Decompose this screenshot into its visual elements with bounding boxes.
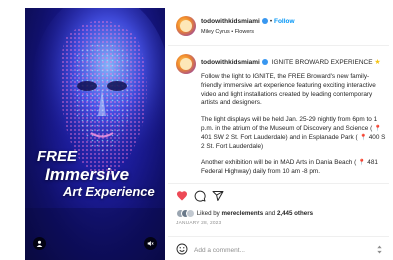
caption-text-line: friendly immersive art experience featur… (201, 81, 376, 89)
caption-username[interactable]: todowithkidsmiami (201, 59, 260, 66)
caption-paragraph: The light displays will be held Jan. 25-… (201, 116, 389, 151)
caption-text-line: 401 SW 2 St. Fort Lauderdale) and in Esp… (201, 133, 358, 141)
light-face-graphic (25, 8, 165, 260)
follow-button[interactable]: Follow (274, 18, 295, 25)
post-comment-button[interactable] (373, 243, 385, 255)
header-top-line: todowithkidsmiami • Follow (201, 18, 295, 25)
mute-toggle-button[interactable] (144, 237, 157, 250)
person-icon (36, 240, 43, 247)
overlay-line-free: FREE (37, 148, 78, 165)
caption-author-avatar[interactable] (176, 54, 196, 74)
post-date: JANUARY 28, 2023 (176, 221, 222, 226)
arrows-icon (376, 245, 382, 253)
star-icon: ★ (374, 59, 381, 66)
comment-bar (168, 236, 389, 260)
caption-paragraph: Another exhibition will be in MAD Arts i… (201, 159, 389, 176)
likes-user[interactable]: mereclements (222, 210, 264, 217)
likes-summary[interactable]: Liked by mereclements and 2,445 others (176, 209, 313, 218)
caption-body: Follow the light to IGNITE, the FREE Bro… (201, 73, 389, 176)
post-actions (168, 183, 389, 203)
pin-icon: 📍 (359, 134, 367, 141)
follow-separator: • (269, 18, 273, 25)
tagged-users-button[interactable] (33, 237, 46, 250)
media-overlay-text: FREE Immersive Art Experience (37, 148, 165, 199)
smiley-icon[interactable] (176, 243, 188, 255)
post-header: todowithkidsmiami • Follow Miley Cyrus • … (168, 8, 389, 46)
overlay-line-art-experience: Art Experience (63, 184, 155, 199)
pin-icon: 📍 (358, 160, 366, 167)
verified-badge-icon (261, 18, 268, 25)
pin-icon: 📍 (373, 125, 382, 132)
caption-text-line: Another exhibition will be in MAD Arts i… (201, 159, 357, 167)
caption-text-line: Federal Highway) daily from 10 am -8 pm. (201, 168, 320, 176)
caption-title: IGNITE BROWARD EXPERIENCE (271, 59, 373, 66)
verified-badge-icon (261, 59, 268, 66)
caption-paragraph: Follow the light to IGNITE, the FREE Bro… (201, 73, 389, 108)
overlay-line-immersive: Immersive (45, 165, 130, 184)
caption-text-line: The light displays will be held Jan. 25-… (201, 116, 378, 124)
comment-icon[interactable] (194, 190, 206, 202)
likes-conjunction: and (264, 210, 276, 217)
comment-input[interactable] (194, 245, 364, 255)
caption-text-line: 481 (367, 159, 378, 167)
speaker-muted-icon (147, 241, 154, 246)
post-media[interactable]: FREE Immersive Art Experience (25, 8, 165, 260)
likes-prefix: Liked by (196, 210, 220, 217)
post-caption: todowithkidsmiami IGNITE BROWARD EXPERIE… (168, 46, 389, 176)
audio-subtitle[interactable]: Miley Cyrus • Flowers (201, 29, 254, 35)
caption-text-line: Follow the light to IGNITE, the FREE Bro… (201, 73, 370, 80)
caption-text-line: video and light installations created by… (201, 90, 373, 98)
caption-heading: todowithkidsmiami IGNITE BROWARD EXPERIE… (201, 58, 381, 66)
caption-text-line: 400 S (368, 133, 386, 141)
caption-text-line: artists and designers. (201, 99, 262, 107)
likes-others[interactable]: 2,445 others (277, 210, 313, 217)
send-icon[interactable] (212, 190, 224, 202)
liker-avatar (186, 209, 195, 218)
instagram-post: FREE Immersive Art Experience todowithki… (25, 8, 389, 260)
post-sidebar: todowithkidsmiami • Follow Miley Cyrus • … (168, 8, 389, 260)
heart-filled-icon[interactable] (176, 190, 188, 202)
author-username[interactable]: todowithkidsmiami (201, 18, 260, 25)
author-avatar[interactable] (176, 16, 196, 36)
caption-text-line: 2 St. Fort Lauderdale) (201, 142, 264, 150)
caption-text-line: p.m. in the atrium of the Museum of Disc… (201, 124, 373, 132)
